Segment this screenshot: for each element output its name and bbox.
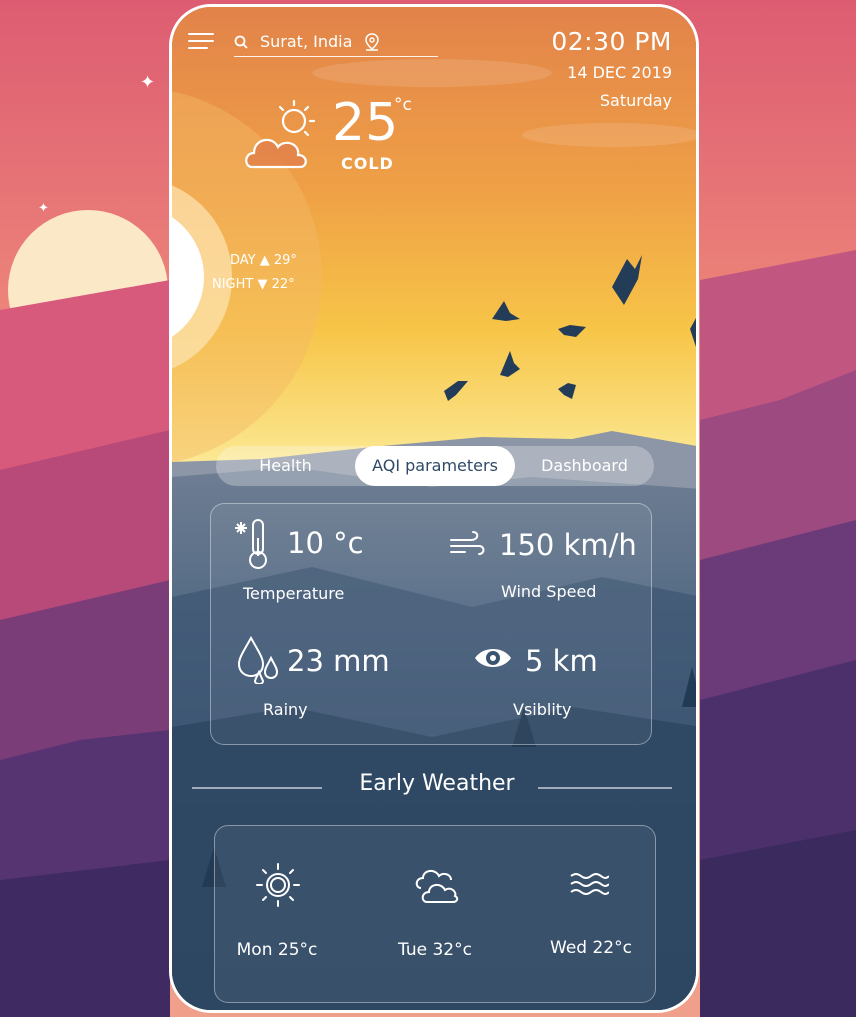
search-icon [234,35,248,49]
forecast-mon-label: Mon 25°c [236,940,318,960]
forecast-wed-label: Wed 22°c [550,938,632,958]
forecast-tue-label: Tue 32°c [398,940,472,960]
visibility-label: Vsiblity [513,700,572,719]
rain-value: 23 mm [287,644,390,678]
forecast-day-mon[interactable]: Mon 25°c [215,826,355,1004]
tab-health[interactable]: Health [216,446,355,486]
sun-icon [256,863,300,907]
weather-condition: COLD [341,154,394,173]
tab-aqi-parameters[interactable]: AQI parameters [355,446,515,486]
early-weather-title: Early Weather [359,771,515,796]
divider-right [538,787,672,789]
menu-icon[interactable] [188,33,214,53]
tab-bar: Health AQI parameters Dashboard [216,446,654,486]
svg-text:✦: ✦ [140,72,155,93]
temperature-value: 10 °c [287,526,364,560]
stats-card: 10 °c Temperature 150 km/h Wind Speed 23… [210,503,652,745]
location-pin-icon [365,32,380,51]
location-text: Surat, India [260,32,353,51]
current-date: 14 DEC 2019 [567,63,672,82]
tab-dashboard[interactable]: Dashboard [515,446,654,486]
day-high-temp: DAY ▲ 29° [230,253,297,268]
svg-text:✦: ✦ [38,201,49,216]
partly-cloudy-icon [245,99,316,169]
forecast-day-wed[interactable]: Wed 22°c [515,826,655,1004]
location-search-bar[interactable]: Surat, India [234,27,438,57]
current-temperature: 25 [332,93,399,153]
visibility-value: 5 km [525,644,598,678]
wind-icon [450,531,485,555]
raindrops-icon [237,636,279,684]
phone-frame: Surat, India 02:30 PM 14 DEC 2019 Saturd… [169,4,699,1013]
clouds-icon [415,870,459,903]
rain-label: Rainy [263,700,308,719]
temperature-label: Temperature [243,584,345,603]
waves-icon [570,873,609,895]
eye-icon [475,649,511,667]
current-day: Saturday [599,91,672,110]
forecast-day-tue[interactable]: Tue 32°c [365,826,505,1004]
thermometer-snow-icon [235,519,267,569]
forecast-card: Mon 25°c Tue 32°c Wed 22°c [214,825,656,1003]
night-low-temp: NIGHT ▼ 22° [212,277,295,292]
temperature-unit: °c [394,95,412,115]
current-time: 02:30 PM [551,27,672,56]
wind-speed-label: Wind Speed [501,582,597,601]
wind-speed-value: 150 km/h [499,528,637,562]
